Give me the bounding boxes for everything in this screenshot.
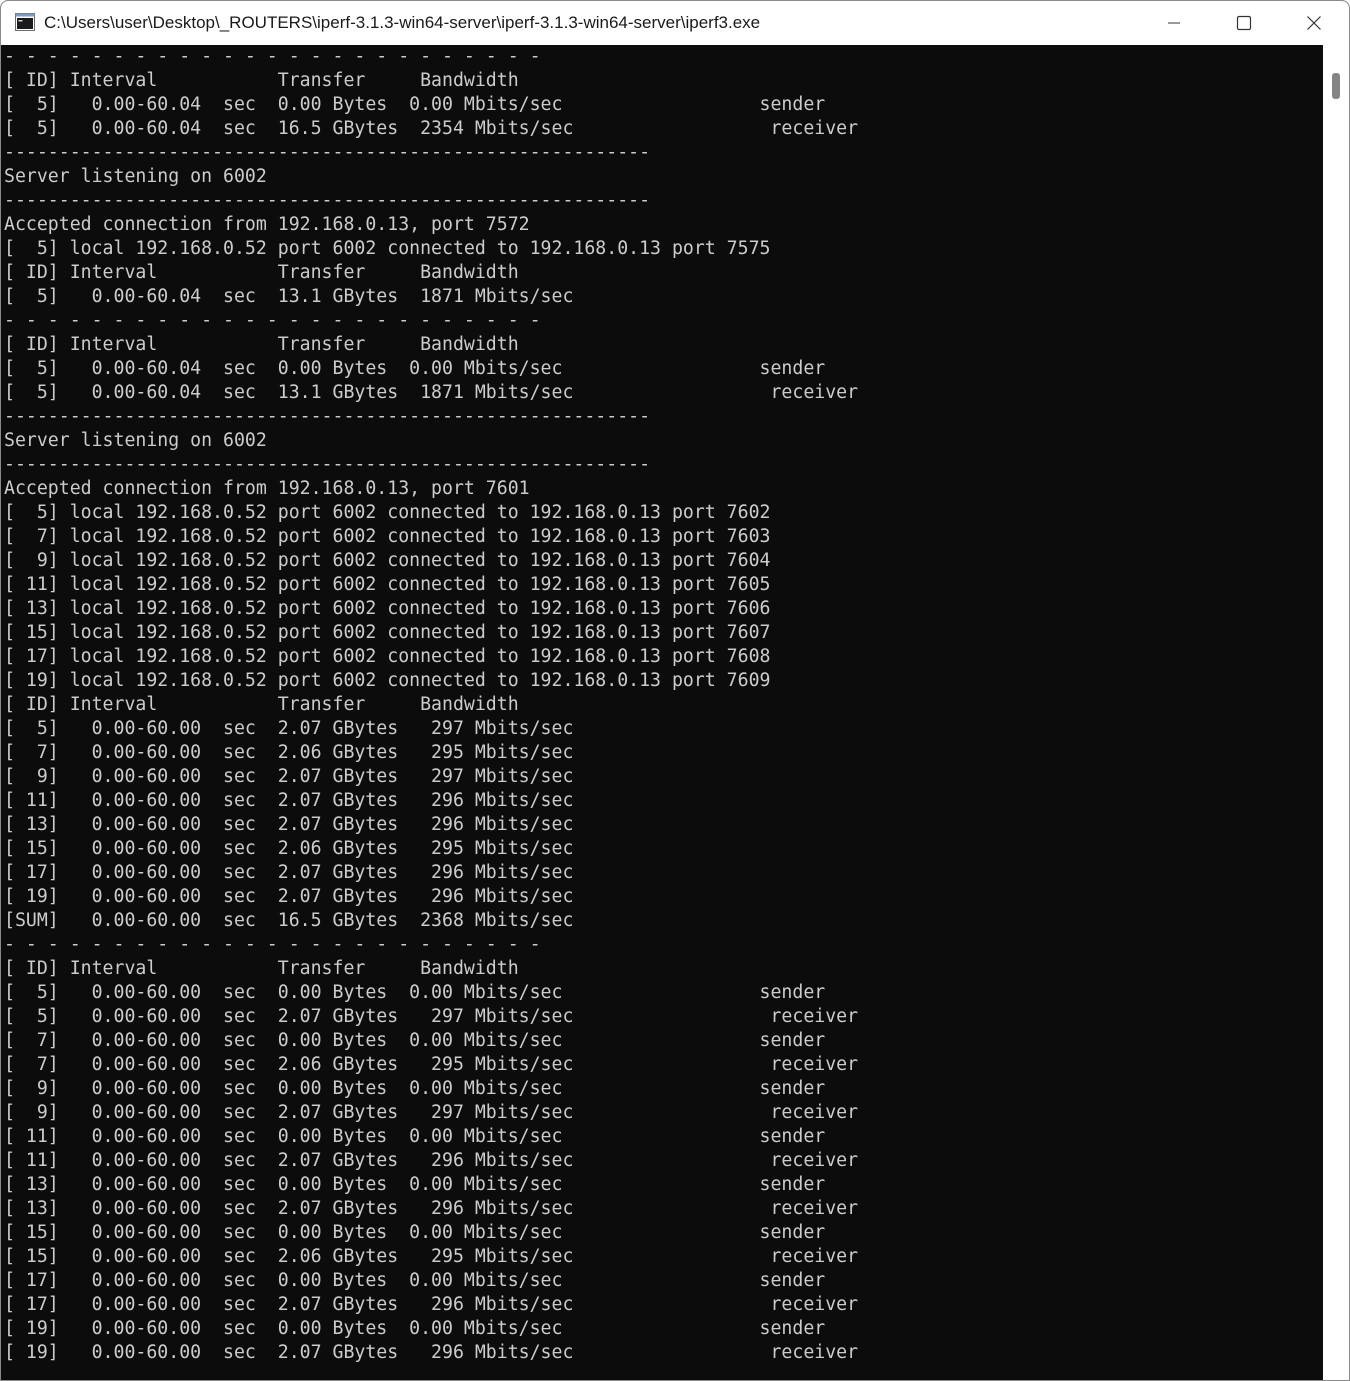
console-line: [ 19] 0.00-60.00 sec 0.00 Bytes 0.00 Mbi… (4, 1318, 826, 1339)
console-line: [ 11] local 192.168.0.52 port 6002 conne… (4, 574, 771, 595)
console-line: - - - - - - - - - - - - - - - - - - - - … (4, 46, 541, 67)
console-line: [ 17] 0.00-60.00 sec 0.00 Bytes 0.00 Mbi… (4, 1270, 826, 1291)
console-line: ----------------------------------------… (4, 142, 651, 163)
console-window: C:\Users\user\Desktop\_ROUTERS\iperf-3.1… (0, 0, 1350, 1381)
title-bar[interactable]: C:\Users\user\Desktop\_ROUTERS\iperf-3.1… (1, 1, 1349, 45)
console-line: [SUM] 0.00-60.00 sec 16.5 GBytes 2368 Mb… (4, 910, 574, 931)
console-line: [ 5] local 192.168.0.52 port 6002 connec… (4, 502, 771, 523)
console-line: [ 5] 0.00-60.04 sec 0.00 Bytes 0.00 Mbit… (4, 94, 826, 115)
minimize-icon (1168, 22, 1180, 24)
console-line: [ 9] 0.00-60.00 sec 2.07 GBytes 297 Mbit… (4, 1102, 859, 1123)
console-line: Server listening on 6002 (4, 166, 267, 187)
console-line: - - - - - - - - - - - - - - - - - - - - … (4, 934, 541, 955)
console-line: [ 5] 0.00-60.04 sec 16.5 GBytes 2354 Mbi… (4, 118, 859, 139)
console-line: [ 17] 0.00-60.00 sec 2.07 GBytes 296 Mbi… (4, 1294, 859, 1315)
console-line: [ 5] 0.00-60.04 sec 0.00 Bytes 0.00 Mbit… (4, 358, 826, 379)
console-line: [ 19] local 192.168.0.52 port 6002 conne… (4, 670, 771, 691)
console-app-icon[interactable] (15, 13, 35, 31)
console-line: [ 7] 0.00-60.00 sec 0.00 Bytes 0.00 Mbit… (4, 1030, 826, 1051)
console-line: [ 5] 0.00-60.04 sec 13.1 GBytes 1871 Mbi… (4, 382, 859, 403)
console-line: [ 7] 0.00-60.00 sec 2.06 GBytes 295 Mbit… (4, 1054, 859, 1075)
console-line: ----------------------------------------… (4, 454, 651, 475)
window-title: C:\Users\user\Desktop\_ROUTERS\iperf-3.1… (44, 13, 761, 32)
console-line: ----------------------------------------… (4, 190, 651, 211)
console-text: - - - - - - - - - - - - - - - - - - - - … (4, 45, 858, 1365)
console-line: [ 9] local 192.168.0.52 port 6002 connec… (4, 550, 771, 571)
console-line: [ ID] Interval Transfer Bandwidth (4, 958, 519, 979)
console-line: [ 9] 0.00-60.00 sec 2.07 GBytes 297 Mbit… (4, 766, 574, 787)
console-line: [ 5] local 192.168.0.52 port 6002 connec… (4, 238, 771, 259)
console-line: [ 17] 0.00-60.00 sec 2.07 GBytes 296 Mbi… (4, 862, 574, 883)
console-app-icon-graphic (15, 13, 35, 31)
console-line: [ 19] 0.00-60.00 sec 2.07 GBytes 296 Mbi… (4, 1342, 859, 1363)
console-line: [ 5] 0.00-60.00 sec 2.07 GBytes 297 Mbit… (4, 1006, 859, 1027)
console-line: [ 19] 0.00-60.00 sec 2.07 GBytes 296 Mbi… (4, 886, 574, 907)
console-line: ----------------------------------------… (4, 406, 651, 427)
console-line: [ 15] 0.00-60.00 sec 2.06 GBytes 295 Mbi… (4, 1246, 859, 1267)
console-line: [ 15] 0.00-60.00 sec 0.00 Bytes 0.00 Mbi… (4, 1222, 826, 1243)
maximize-icon (1236, 15, 1252, 31)
console-line: [ 15] local 192.168.0.52 port 6002 conne… (4, 622, 771, 643)
console-line: [ ID] Interval Transfer Bandwidth (4, 262, 519, 283)
console-output[interactable]: - - - - - - - - - - - - - - - - - - - - … (1, 45, 1323, 1380)
console-line: [ 5] 0.00-60.00 sec 2.07 GBytes 297 Mbit… (4, 718, 574, 739)
console-line: [ 17] local 192.168.0.52 port 6002 conne… (4, 646, 771, 667)
console-line: [ 13] 0.00-60.00 sec 2.07 GBytes 296 Mbi… (4, 1198, 859, 1219)
console-line: [ 5] 0.00-60.00 sec 0.00 Bytes 0.00 Mbit… (4, 982, 826, 1003)
console-line: [ 9] 0.00-60.00 sec 0.00 Bytes 0.00 Mbit… (4, 1078, 826, 1099)
console-line: - - - - - - - - - - - - - - - - - - - - … (4, 310, 541, 331)
console-line: [ 13] local 192.168.0.52 port 6002 conne… (4, 598, 771, 619)
console-line: [ 13] 0.00-60.00 sec 0.00 Bytes 0.00 Mbi… (4, 1174, 826, 1195)
console-line: [ 11] 0.00-60.00 sec 2.07 GBytes 296 Mbi… (4, 790, 574, 811)
minimize-button[interactable] (1139, 1, 1209, 45)
console-line: [ 5] 0.00-60.04 sec 13.1 GBytes 1871 Mbi… (4, 286, 574, 307)
maximize-button[interactable] (1209, 1, 1279, 45)
console-line: [ ID] Interval Transfer Bandwidth (4, 70, 519, 91)
console-line: [ 15] 0.00-60.00 sec 2.06 GBytes 295 Mbi… (4, 838, 574, 859)
close-button[interactable] (1279, 1, 1349, 45)
console-line: [ 7] 0.00-60.00 sec 2.06 GBytes 295 Mbit… (4, 742, 574, 763)
console-line: Accepted connection from 192.168.0.13, p… (4, 478, 530, 499)
console-line: [ 11] 0.00-60.00 sec 2.07 GBytes 296 Mbi… (4, 1150, 859, 1171)
console-line: Server listening on 6002 (4, 430, 267, 451)
close-icon (1307, 16, 1321, 30)
scrollbar-thumb[interactable] (1332, 73, 1340, 99)
console-line: [ ID] Interval Transfer Bandwidth (4, 694, 519, 715)
console-line: Accepted connection from 192.168.0.13, p… (4, 214, 530, 235)
console-line: [ 7] local 192.168.0.52 port 6002 connec… (4, 526, 771, 547)
console-line: [ 13] 0.00-60.00 sec 2.07 GBytes 296 Mbi… (4, 814, 574, 835)
console-line: [ 11] 0.00-60.00 sec 0.00 Bytes 0.00 Mbi… (4, 1126, 826, 1147)
console-line: [ ID] Interval Transfer Bandwidth (4, 334, 519, 355)
vertical-scrollbar[interactable] (1323, 45, 1349, 1380)
